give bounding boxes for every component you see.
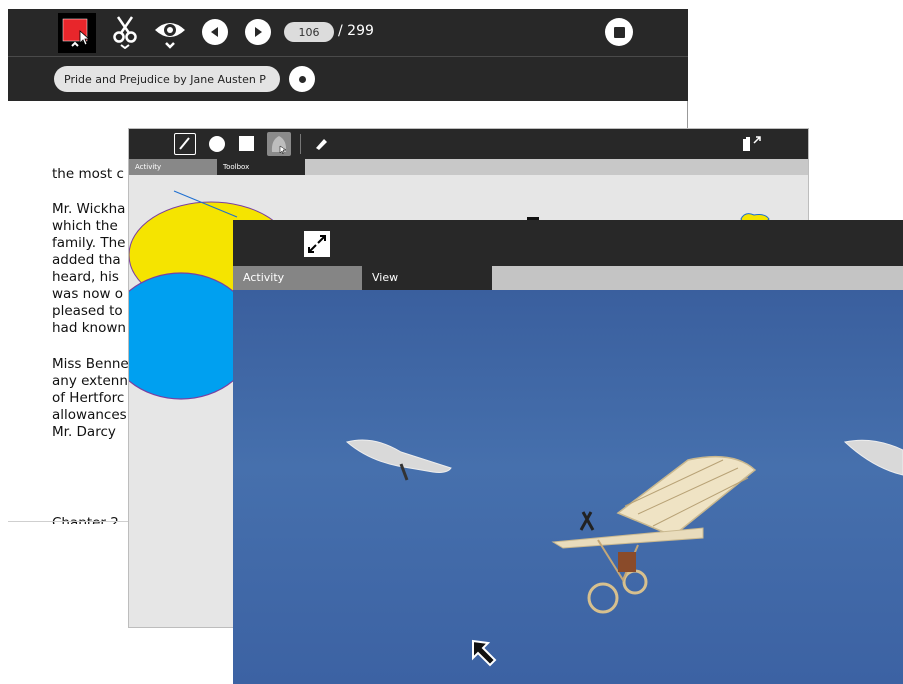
text-line: pleased to bbox=[52, 303, 123, 319]
page-total-label: / 299 bbox=[338, 23, 374, 39]
page-number-input[interactable]: 106 bbox=[284, 22, 334, 42]
text-line: heard, his bbox=[52, 269, 119, 285]
text-line: of Hertforc bbox=[52, 390, 125, 406]
scrollbar[interactable] bbox=[687, 101, 688, 129]
text-line: which the bbox=[52, 218, 118, 234]
text-line: was now o bbox=[52, 286, 124, 302]
text-line: Miss Benne bbox=[52, 356, 129, 372]
keep-icon[interactable] bbox=[289, 66, 315, 92]
scissors-icon[interactable] bbox=[108, 15, 142, 49]
text-line: had known bbox=[52, 320, 126, 336]
eye-icon[interactable] bbox=[153, 15, 187, 49]
stamp-tool-icon[interactable] bbox=[267, 132, 291, 156]
rectangle-tool-icon[interactable] bbox=[239, 136, 254, 151]
tab-toolbox[interactable]: Toolbox bbox=[217, 159, 305, 175]
viewer-toolbar bbox=[233, 220, 903, 266]
tab-activity[interactable]: Activity bbox=[129, 159, 217, 175]
image-viewer-window: Activity View bbox=[233, 220, 903, 684]
glider-left bbox=[345, 439, 452, 481]
fullscreen-icon[interactable] bbox=[304, 231, 330, 257]
book-title-field[interactable]: Pride and Prejudice by Jane Austen P bbox=[54, 66, 280, 92]
text-line: Mr. Darcy bbox=[52, 424, 116, 440]
paint-toolbar bbox=[129, 129, 808, 159]
paint-tab-bar: Activity Toolbox bbox=[129, 159, 808, 175]
read-toolbar: 106 / 299 bbox=[8, 9, 688, 56]
eraser-tool-icon[interactable] bbox=[313, 136, 329, 156]
viewer-tab-bar: Activity View bbox=[233, 266, 903, 290]
tab-view[interactable]: View bbox=[362, 266, 492, 290]
text-line: added tha bbox=[52, 252, 121, 268]
tab-activity[interactable]: Activity bbox=[233, 266, 362, 290]
ellipse-tool-icon[interactable] bbox=[209, 136, 225, 152]
text-line: Mr. Wickha bbox=[52, 201, 126, 217]
text-line: any extenn bbox=[52, 373, 128, 389]
pencil-tool-icon[interactable] bbox=[174, 133, 196, 155]
activity-color-icon[interactable] bbox=[58, 13, 96, 53]
pointer-cursor-icon bbox=[470, 638, 504, 676]
next-page-icon[interactable] bbox=[241, 15, 275, 49]
glider-right bbox=[843, 439, 903, 476]
divider bbox=[8, 521, 128, 522]
photo-canvas bbox=[233, 290, 903, 684]
fullscreen-toggle-icon[interactable] bbox=[741, 134, 763, 158]
text-line: family. The bbox=[52, 235, 126, 251]
toolbar-separator bbox=[300, 134, 301, 154]
prev-page-icon[interactable] bbox=[198, 15, 232, 49]
text-line: allowances bbox=[52, 407, 127, 423]
chapter-heading: Chapter 2 bbox=[52, 515, 119, 524]
vintage-airplane bbox=[551, 455, 757, 614]
stop-icon[interactable] bbox=[602, 15, 636, 49]
text-line: the most c bbox=[52, 166, 124, 182]
read-titlebar: Pride and Prejudice by Jane Austen P bbox=[8, 56, 688, 102]
